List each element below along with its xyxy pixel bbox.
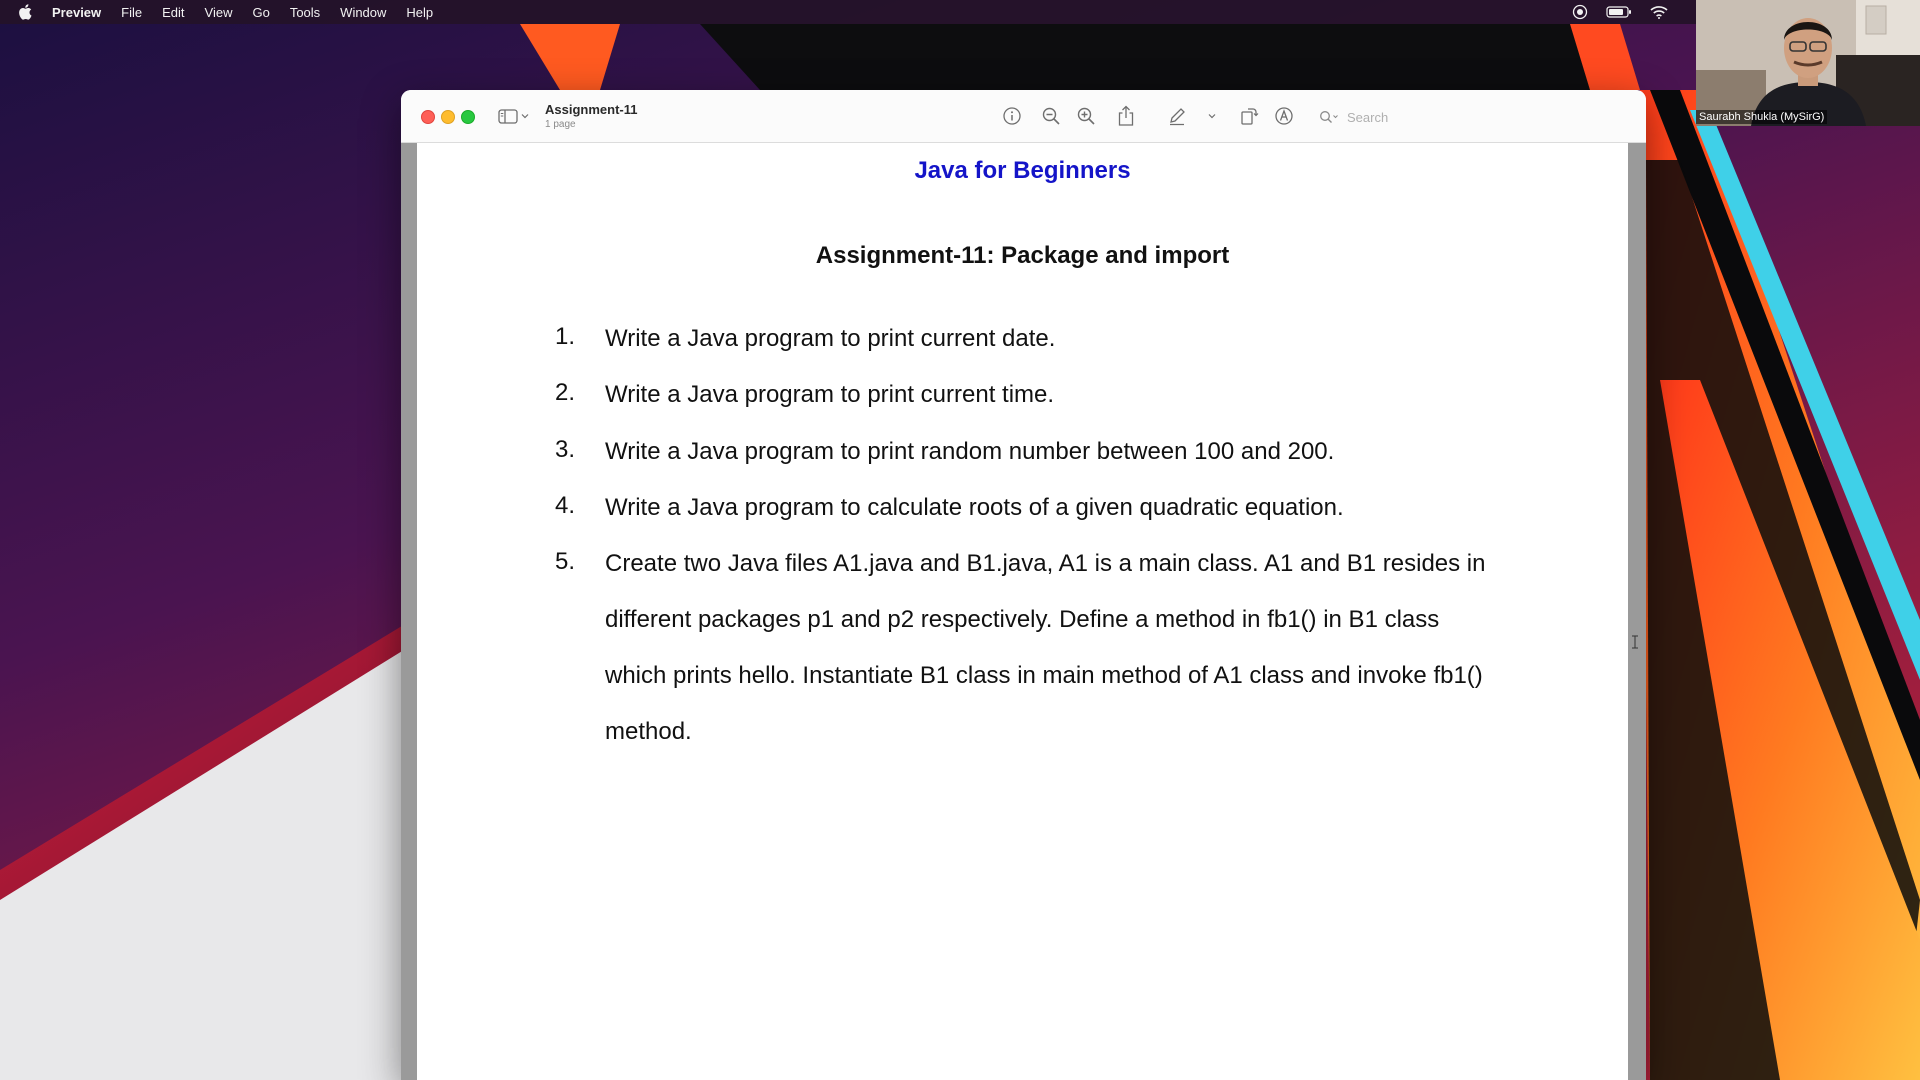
sidebar-toggle-button[interactable] bbox=[498, 106, 534, 126]
task-text-line: which prints hello. Instantiate B1 class… bbox=[605, 662, 1483, 689]
document-page-count: 1 page bbox=[545, 119, 576, 130]
menu-bar: Preview File Edit View Go Tools Window H… bbox=[0, 0, 1920, 24]
task-text: Write a Java program to print random num… bbox=[605, 438, 1335, 465]
maximize-button[interactable] bbox=[461, 110, 475, 124]
webcam-presenter-image bbox=[1696, 0, 1920, 126]
menu-window[interactable]: Window bbox=[340, 5, 386, 20]
annotate-icon[interactable] bbox=[1272, 104, 1296, 128]
task-text: Write a Java program to print current ti… bbox=[605, 381, 1055, 408]
menu-go[interactable]: Go bbox=[252, 5, 269, 20]
menu-help[interactable]: Help bbox=[406, 5, 433, 20]
menu-view[interactable]: View bbox=[205, 5, 233, 20]
rotate-icon[interactable] bbox=[1237, 104, 1261, 128]
task-number: 4. bbox=[555, 492, 576, 519]
task-number: 1. bbox=[555, 323, 576, 350]
wifi-icon[interactable] bbox=[1650, 5, 1668, 19]
zoom-out-icon[interactable] bbox=[1039, 104, 1063, 128]
document-title: Assignment-11 bbox=[545, 102, 638, 117]
assignment-title: Assignment-11: Package and import bbox=[815, 242, 1230, 269]
task-text-line: Create two Java files A1.java and B1.jav… bbox=[605, 550, 1486, 577]
text-cursor-icon bbox=[1631, 635, 1639, 654]
document-viewport[interactable]: Java for Beginners Assignment-11: Packag… bbox=[401, 143, 1646, 1080]
status-area bbox=[1572, 0, 1668, 24]
task-number: 2. bbox=[555, 379, 576, 406]
apple-logo-icon[interactable] bbox=[18, 4, 36, 20]
search-icon bbox=[1320, 111, 1338, 123]
preview-window: Assignment-11 1 page Search Java for Beg… bbox=[401, 90, 1646, 1080]
sidebar-icon bbox=[498, 108, 518, 124]
task-text: Write a Java program to print current da… bbox=[605, 325, 1056, 352]
close-button[interactable] bbox=[421, 110, 435, 124]
zoom-in-icon[interactable] bbox=[1074, 104, 1098, 128]
task-number: 3. bbox=[555, 436, 576, 463]
task-text-line: different packages p1 and p2 respectivel… bbox=[605, 606, 1440, 633]
chevron-down-icon bbox=[521, 114, 529, 119]
task-text-line: method. bbox=[605, 718, 692, 745]
share-icon[interactable] bbox=[1114, 104, 1138, 128]
menu-file[interactable]: File bbox=[121, 5, 142, 20]
document-heading: Java for Beginners bbox=[914, 157, 1131, 184]
task-text: Write a Java program to calculate roots … bbox=[605, 494, 1344, 521]
task-number: 5. bbox=[555, 548, 576, 575]
menu-edit[interactable]: Edit bbox=[162, 5, 184, 20]
info-icon[interactable] bbox=[1000, 104, 1024, 128]
document-page: Java for Beginners Assignment-11: Packag… bbox=[417, 143, 1628, 1080]
minimize-button[interactable] bbox=[441, 110, 455, 124]
webcam-caption: Saurabh Shukla (MySirG) bbox=[1696, 110, 1828, 124]
window-titlebar: Assignment-11 1 page bbox=[401, 90, 1646, 143]
markup-menu-chevron-icon[interactable] bbox=[1200, 104, 1224, 128]
menu-tools[interactable]: Tools bbox=[290, 5, 320, 20]
webcam-overlay: Saurabh Shukla (MySirG) bbox=[1696, 0, 1920, 126]
markup-pen-icon[interactable] bbox=[1165, 104, 1189, 128]
search-field[interactable] bbox=[1313, 106, 1633, 128]
menu-app-name[interactable]: Preview bbox=[52, 5, 101, 20]
search-input[interactable] bbox=[1345, 108, 1619, 126]
battery-icon[interactable] bbox=[1606, 5, 1632, 19]
screen-record-icon[interactable] bbox=[1572, 4, 1588, 20]
